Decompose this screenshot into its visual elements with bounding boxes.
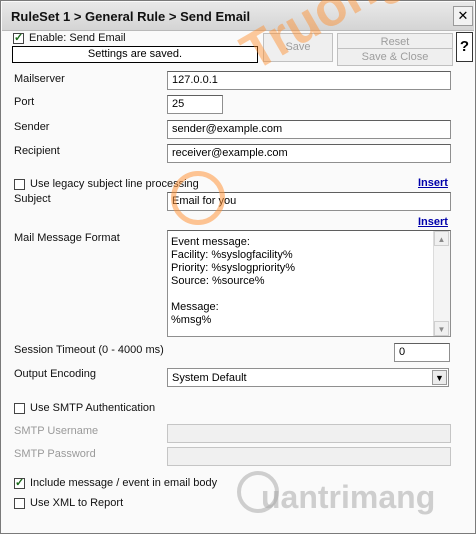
- message-format-textarea[interactable]: Event message: Facility: %syslogfacility…: [167, 230, 451, 337]
- xml-report-checkbox[interactable]: [14, 498, 25, 509]
- enable-label: Enable: Send Email: [29, 32, 126, 44]
- enable-checkbox[interactable]: [13, 31, 24, 44]
- xml-report-label: Use XML to Report: [30, 497, 124, 509]
- include-body-checkbox[interactable]: [14, 476, 25, 489]
- watermark-logo-top: [171, 171, 225, 225]
- scroll-up-icon[interactable]: ▲: [434, 231, 449, 246]
- watermark-bottom: uantrimang: [261, 479, 436, 515]
- smtp-username-label: SMTP Username: [14, 425, 99, 437]
- settings-window: RuleSet 1 > General Rule > Send Email ✕ …: [0, 0, 476, 534]
- message-format-text: Event message: Facility: %syslogfacility…: [171, 236, 296, 326]
- legacy-subject-checkbox[interactable]: [14, 179, 25, 190]
- save-close-button[interactable]: Save & Close: [337, 48, 453, 66]
- port-input[interactable]: 25: [167, 95, 223, 114]
- session-timeout-input[interactable]: 0: [394, 343, 450, 362]
- output-encoding-value: System Default: [172, 372, 247, 384]
- recipient-label: Recipient: [14, 145, 60, 157]
- scroll-down-icon[interactable]: ▼: [434, 321, 449, 336]
- chevron-down-icon[interactable]: ▼: [432, 370, 447, 385]
- port-label: Port: [14, 96, 35, 108]
- smtp-password-input[interactable]: [167, 447, 451, 466]
- close-icon[interactable]: ✕: [453, 6, 473, 26]
- smtp-auth-checkbox[interactable]: [14, 403, 25, 414]
- include-body-label: Include message / event in email body: [30, 477, 218, 489]
- sender-label: Sender: [14, 121, 50, 133]
- session-timeout-label: Session Timeout (0 - 4000 ms): [14, 344, 164, 356]
- window-title: RuleSet 1 > General Rule > Send Email: [11, 9, 251, 24]
- sender-input[interactable]: sender@example.com: [167, 120, 451, 139]
- smtp-username-input[interactable]: [167, 424, 451, 443]
- output-encoding-label: Output Encoding: [14, 368, 96, 380]
- status-message: Settings are saved.: [12, 46, 258, 63]
- smtp-password-label: SMTP Password: [14, 448, 96, 460]
- output-encoding-select[interactable]: System Default ▼: [167, 368, 449, 387]
- message-insert-link[interactable]: Insert: [418, 216, 448, 228]
- help-button[interactable]: ?: [456, 32, 473, 62]
- subject-label: Subject: [14, 193, 51, 205]
- mailserver-input[interactable]: 127.0.0.1: [167, 71, 451, 90]
- subject-insert-link[interactable]: Insert: [418, 177, 448, 189]
- message-scrollbar[interactable]: ▲ ▼: [433, 231, 450, 336]
- mailserver-label: Mailserver: [14, 73, 65, 85]
- smtp-auth-label: Use SMTP Authentication: [30, 402, 156, 414]
- recipient-input[interactable]: receiver@example.com: [167, 144, 451, 163]
- message-format-label: Mail Message Format: [14, 232, 120, 244]
